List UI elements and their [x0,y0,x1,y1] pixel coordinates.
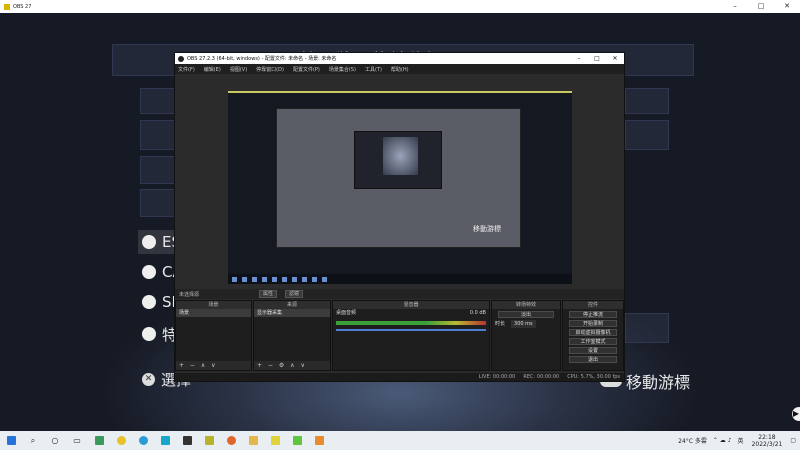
camera-icon [142,265,156,279]
mixer-dock: 混音器 桌面音频 0.0 dB [332,300,490,371]
controls-header: 控件 [563,301,623,309]
obs-maximize-button[interactable]: □ [588,55,606,62]
obs-minimize-button[interactable]: – [570,55,588,62]
transition-select[interactable]: 淡出 [498,311,554,318]
live-status: LIVE: 00:00:00 [478,374,516,380]
firefox-icon[interactable] [223,433,239,449]
obs-menubar: 文件(F) 编辑(E) 视图(V) 停靠窗口(D) 配置文件(P) 场景集合(S… [175,64,624,74]
scenes-toolbar[interactable]: + − ∧ ∨ [176,361,251,370]
bg-panel [625,88,669,114]
search-icon[interactable]: ⌕ [25,433,41,449]
volume-slider[interactable] [336,329,486,331]
clock-date: 2022/3/21 [751,440,783,448]
store-icon[interactable] [113,433,129,449]
person-icon [142,327,156,341]
mixer-level: 0.0 dB [469,310,486,316]
menu-scene-collection[interactable]: 场景集合(S) [329,66,356,73]
sources-toolbar[interactable]: + − ⚙ ∧ ∨ [254,361,330,370]
cpu-status: CPU: 5.7%, 30.00 fps [567,374,620,380]
start-recording-button[interactable]: 开始录制 [569,320,617,327]
tray-icons[interactable]: ⌃ ☁ ♪ [713,437,732,444]
green-app-icon[interactable] [289,433,305,449]
system-tray: 24°C 多雲 ⌃ ☁ ♪ 英 22:18 2022/3/21 ▢ [678,431,796,450]
filters-button[interactable]: 滤镜 [285,290,304,298]
menu-edit[interactable]: 编辑(E) [204,66,221,73]
stop-streaming-button[interactable]: 停止推流 [569,311,617,318]
clock[interactable]: 22:18 2022/3/21 [752,434,783,448]
scenes-dock: 场景 场景 + − ∧ ∨ [175,300,252,371]
app-icon[interactable] [201,433,217,449]
transitions-dock: 转场特效 淡出 时长 300 ms [491,300,561,371]
nested-preview-3 [383,137,418,175]
terminal-icon[interactable] [267,433,283,449]
obs-bottom-area: 未选择源 属性 滤镜 场景 场景 + − ∧ ∨ 来源 显示器采集 + − ⚙ … [175,289,624,381]
menu-view[interactable]: 视图(V) [230,66,247,73]
menu-tools[interactable]: 工具(T) [365,66,382,73]
obs-status-bar: LIVE: 00:00:00 REC: 00:00:00 CPU: 5.7%, … [175,373,624,381]
close-button[interactable]: ✕ [774,0,800,13]
folder-icon[interactable] [245,433,261,449]
sources-dock: 来源 显示器采集 + − ⚙ ∧ ∨ [253,300,331,371]
settings-button[interactable]: 设置 [569,347,617,354]
weather-widget[interactable]: 24°C 多雲 [678,436,707,445]
obs-window: OBS 27.2.3 (64-bit, windows) - 配置文件: 未命名… [174,52,625,382]
source-item[interactable]: 显示器采集 [254,309,330,317]
menu-profile[interactable]: 配置文件(P) [293,66,320,73]
minimize-button[interactable]: – [722,0,748,13]
preview-taskbar [228,274,572,284]
notification-icon[interactable]: ▢ [790,437,796,444]
sources-header: 来源 [254,301,330,309]
menu-help[interactable]: 帮助(H) [391,66,409,73]
app-icon [4,3,10,10]
obs-icon[interactable] [179,433,195,449]
x-button-icon: ✕ [142,373,155,386]
input-language[interactable]: 英 [738,436,744,445]
controls-dock: 控件 停止推流 开始录制 启动虚拟摄像机 工作室模式 设置 退出 [562,300,624,371]
side-expand-button[interactable]: ▶ [792,407,800,421]
preview-caption: 移動游標 [473,225,501,233]
mixer-header: 混音器 [333,301,489,309]
obs-title: OBS 27.2.3 (64-bit, windows) - 配置文件: 未命名… [187,56,337,62]
bg-menu-item-special[interactable]: 特 [138,322,177,346]
scene-item[interactable]: 场景 [176,309,251,317]
circle-icon [142,235,156,249]
explorer-icon[interactable] [91,433,107,449]
bg-panel [625,313,669,343]
widgets-icon[interactable]: ▭ [69,433,85,449]
obs-preview-canvas[interactable]: 移動游標 [228,91,572,284]
bg-panel [625,120,669,150]
mixer-channel-label: 桌面音频 [336,310,357,316]
volume-meter [336,321,486,325]
duration-input[interactable]: 300 ms [511,320,536,328]
exit-button[interactable]: 退出 [569,356,617,363]
rec-status: REC: 00:00:00 [523,374,560,380]
desktop-background: 輸入裝置的鍵位設置 ES CA SH 特 ✕ 選擇 移動游標 ▶ OBS 27.… [0,13,800,431]
move-cursor-label: 移動游標 [626,373,691,392]
maximize-button[interactable]: □ [748,0,774,13]
source-toolbar: 未选择源 属性 滤镜 [175,289,624,299]
task-view-icon[interactable]: ○ [47,433,63,449]
orange-app-icon[interactable] [311,433,327,449]
obs-close-button[interactable]: ✕ [606,55,624,62]
edge-icon[interactable] [135,433,151,449]
properties-button[interactable]: 属性 [259,290,278,298]
outer-window-titlebar: OBS 27 – □ ✕ [0,0,800,13]
obs-titlebar: OBS 27.2.3 (64-bit, windows) - 配置文件: 未命名… [175,53,624,64]
studio-mode-button[interactable]: 工作室模式 [569,338,617,345]
menu-docks[interactable]: 停靠窗口(D) [256,66,284,73]
scenes-header: 场景 [176,301,251,309]
outer-window-title: OBS 27 [13,3,32,10]
start-virtual-camera-button[interactable]: 启动虚拟摄像机 [569,329,617,336]
duration-label: 时长 [495,321,506,327]
windows-taskbar: ⌕ ○ ▭ 24°C 多雲 ⌃ ☁ ♪ 英 22:18 2022/3/21 ▢ [0,431,800,450]
chrome-icon[interactable] [157,433,173,449]
no-source-label: 未选择源 [179,291,200,298]
nested-preview-2 [354,131,442,189]
start-icon[interactable] [3,433,19,449]
menu-file[interactable]: 文件(F) [178,66,195,73]
shift-icon [142,295,156,309]
transitions-header: 转场特效 [492,301,560,309]
obs-logo-icon [178,55,184,62]
clock-time: 22:18 [758,433,776,441]
